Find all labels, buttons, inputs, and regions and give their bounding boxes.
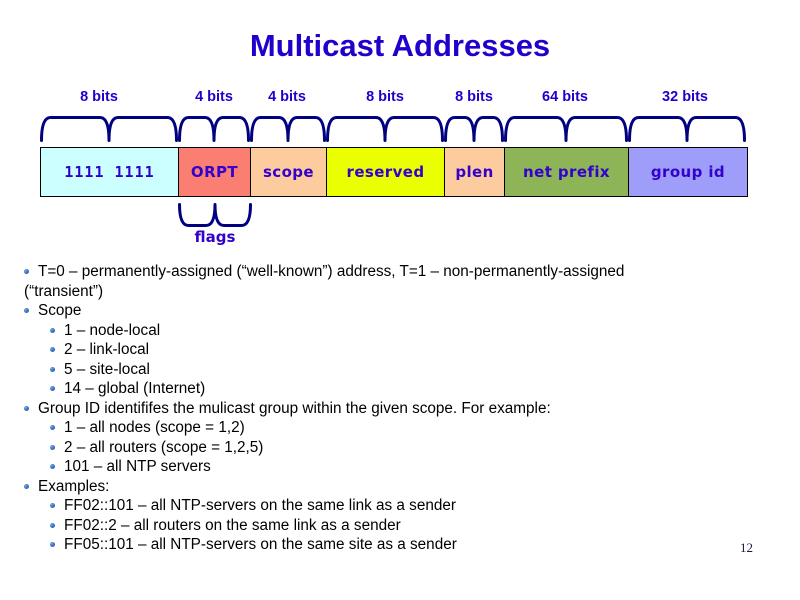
field-brace: [250, 116, 326, 147]
flags-label: flags: [194, 228, 236, 246]
bullet-dot-icon: [24, 308, 29, 313]
bullet-text: Examples:: [38, 477, 110, 495]
field-brace: [40, 116, 178, 147]
bullet-item: 101 – all NTP servers: [24, 457, 780, 477]
field-box: ORPT: [179, 148, 251, 196]
bullet-dot-icon: [50, 386, 55, 391]
bullet-item: 14 – global (Internet): [24, 379, 780, 399]
bullet-item: 2 – all routers (scope = 1,2,5): [24, 438, 780, 458]
bullet-text: FF02::101 – all NTP-servers on the same …: [64, 497, 456, 514]
bullet-item: Group ID identififes the mulicast group …: [24, 399, 780, 419]
bullet-text: 101 – all NTP servers: [64, 458, 211, 475]
bit-width-label: 4 bits: [268, 89, 306, 105]
field-brace: [178, 116, 250, 147]
bullet-dot-icon: [50, 464, 55, 469]
bullet-text: T=0 – permanently-assigned (“well-known”…: [38, 263, 625, 280]
bullet-dot-icon: [50, 522, 55, 528]
bit-width-label: 64 bits: [542, 89, 588, 105]
bullet-dot-icon: [24, 483, 29, 489]
bullet-text: Group ID identififes the mulicast group …: [38, 399, 551, 417]
bullet-text: (“transient”): [24, 282, 104, 300]
field-box: plen: [445, 148, 505, 196]
bullet-dot-icon: [50, 347, 55, 352]
bullet-text: 2 – link-local: [64, 341, 150, 358]
bullet-item: 5 – site-local: [24, 360, 780, 380]
bullet-text: 2 – all routers (scope = 1,2,5): [64, 438, 264, 456]
bit-width-label: 8 bits: [366, 89, 404, 105]
bit-width-label: 32 bits: [662, 89, 708, 105]
bullet-dot-icon: [50, 366, 55, 372]
bullet-dot-icon: [24, 405, 29, 411]
address-format-diagram: 1111 1111 ORPT scope reserved plen net prefix…: [40, 147, 748, 197]
bit-width-label: 8 bits: [80, 89, 118, 105]
field-box: net prefix: [505, 148, 629, 196]
bullet-list: T=0 – permanently-assigned (“well-known”…: [24, 262, 780, 555]
bit-width-label: 8 bits: [455, 89, 493, 105]
bit-width-label: 4 bits: [195, 89, 233, 105]
bullet-dot-icon: [50, 542, 55, 547]
bullet-item: T=0 – permanently-assigned (“well-known”…: [24, 262, 780, 282]
bullet-dot-icon: [50, 327, 55, 333]
bullet-text: Scope: [38, 302, 82, 319]
bullet-item: Examples:: [24, 477, 780, 497]
bullet-item: 1 – node-local: [24, 321, 780, 341]
bullet-item: FF05::101 – all NTP-servers on the same …: [24, 535, 780, 555]
bullet-text: 1 – node-local: [64, 321, 161, 339]
field-box: scope: [251, 148, 327, 196]
bullet-item: 1 – all nodes (scope = 1,2): [24, 418, 780, 438]
bullet-text: 1 – all nodes (scope = 1,2): [64, 419, 245, 436]
field-box: reserved: [327, 148, 445, 196]
bullet-dot-icon: [50, 503, 55, 508]
bullet-item: Scope: [24, 301, 780, 321]
bullet-item: FF02::2 – all routers on the same link a…: [24, 516, 780, 536]
bullet-dot-icon: [24, 269, 29, 274]
field-brace: [504, 116, 628, 147]
bullet-continuation: (“transient”): [24, 282, 780, 302]
bullet-text: FF02::2 – all routers on the same link a…: [64, 516, 401, 534]
page-number: 12: [740, 540, 753, 555]
page-title: Multicast Addresses: [249, 28, 551, 63]
bullet-item: 2 – link-local: [24, 340, 780, 360]
bit-width-labels: 8 bits 4 bits 4 bits 8 bits 8 bits 64 bits 32 …: [40, 89, 745, 109]
field-brace: [326, 116, 444, 147]
bullet-item: FF02::101 – all NTP-servers on the same …: [24, 496, 780, 516]
flags-brace: [178, 203, 252, 229]
field-box: group id: [629, 148, 747, 196]
field-brace: [628, 116, 746, 147]
bullet-dot-icon: [50, 444, 55, 450]
bullet-text: 14 – global (Internet): [64, 380, 206, 397]
field-braces-group: [40, 116, 746, 144]
field-box: 1111 1111: [41, 148, 179, 196]
field-brace: [444, 116, 504, 147]
bullet-text: FF05::101 – all NTP-servers on the same …: [64, 536, 457, 553]
bullet-dot-icon: [50, 425, 55, 430]
bullet-text: 5 – site-local: [64, 360, 150, 378]
